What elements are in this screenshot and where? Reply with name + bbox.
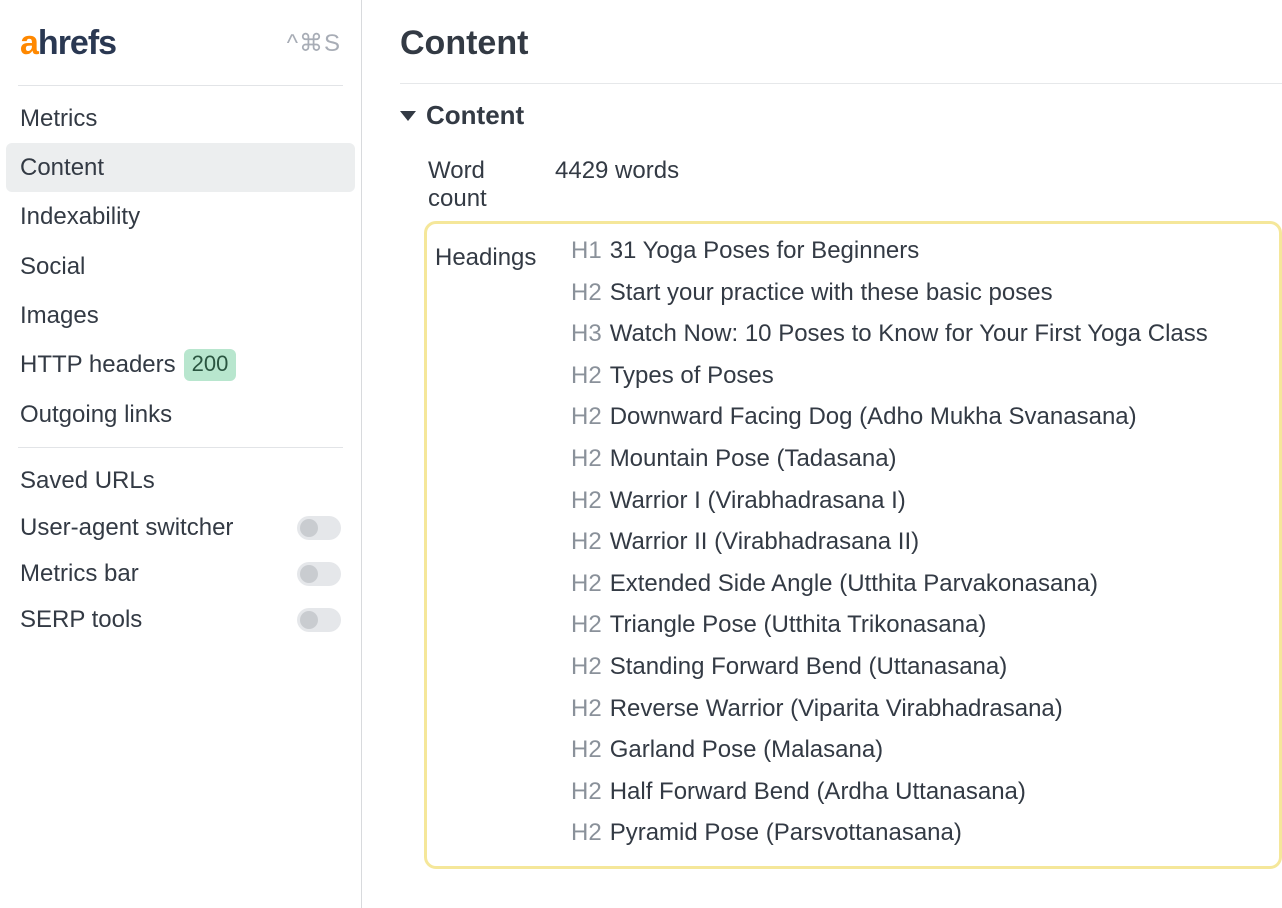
sidebar-item-outgoing-links[interactable]: Outgoing links bbox=[6, 390, 355, 439]
heading-tag: H3 bbox=[571, 317, 602, 351]
toggle-label: Metrics bar bbox=[20, 560, 139, 588]
heading-tag: H2 bbox=[571, 525, 602, 559]
sidebar-item-content[interactable]: Content bbox=[6, 143, 355, 192]
heading-text: Triangle Pose (Utthita Trikonasana) bbox=[610, 608, 987, 642]
word-count-value: 4429 words bbox=[555, 153, 1282, 217]
main-content: Content Content Word count 4429 words He… bbox=[362, 0, 1282, 908]
sidebar-item-indexability[interactable]: Indexability bbox=[6, 192, 355, 241]
heading-tag: H2 bbox=[571, 650, 602, 684]
heading-text: Warrior II (Virabhadrasana II) bbox=[610, 525, 919, 559]
heading-item: H2Garland Pose (Malasana) bbox=[571, 729, 1273, 771]
keyboard-shortcut: ^⌘S bbox=[287, 29, 341, 58]
word-count-label: Word count bbox=[400, 153, 555, 217]
sidebar-item-images[interactable]: Images bbox=[6, 291, 355, 340]
toggle-switch[interactable] bbox=[297, 562, 341, 586]
heading-item: H2Warrior I (Virabhadrasana I) bbox=[571, 480, 1273, 522]
heading-text: Watch Now: 10 Poses to Know for Your Fir… bbox=[610, 317, 1208, 351]
heading-tag: H2 bbox=[571, 733, 602, 767]
heading-tag: H2 bbox=[571, 608, 602, 642]
sidebar-item-label: Indexability bbox=[20, 201, 140, 232]
toggle-label: User-agent switcher bbox=[20, 514, 233, 542]
heading-tag: H2 bbox=[571, 692, 602, 726]
sidebar-item-label: Outgoing links bbox=[20, 399, 172, 430]
heading-item: H131 Yoga Poses for Beginners bbox=[571, 230, 1273, 272]
heading-tag: H2 bbox=[571, 276, 602, 310]
heading-item: H2Reverse Warrior (Viparita Virabhadrasa… bbox=[571, 688, 1273, 730]
divider bbox=[18, 85, 343, 86]
heading-tag: H2 bbox=[571, 484, 602, 518]
sidebar-item-metrics[interactable]: Metrics bbox=[6, 94, 355, 143]
sidebar-item-label: Content bbox=[20, 152, 104, 183]
heading-text: Types of Poses bbox=[610, 359, 774, 393]
brand-logo: ahrefs bbox=[20, 24, 116, 63]
sidebar-item-label: Metrics bbox=[20, 103, 97, 134]
section-title: Content bbox=[426, 100, 524, 131]
heading-tag: H2 bbox=[571, 775, 602, 809]
heading-text: Start your practice with these basic pos… bbox=[610, 276, 1053, 310]
heading-text: Mountain Pose (Tadasana) bbox=[610, 442, 897, 476]
toggle-serp-tools[interactable]: SERP tools bbox=[6, 597, 355, 643]
heading-text: Standing Forward Bend (Uttanasana) bbox=[610, 650, 1008, 684]
heading-text: Half Forward Bend (Ardha Uttanasana) bbox=[610, 775, 1026, 809]
heading-tag: H2 bbox=[571, 816, 602, 850]
heading-tag: H2 bbox=[571, 359, 602, 393]
toggle-switch[interactable] bbox=[297, 516, 341, 540]
toggle-label: SERP tools bbox=[20, 606, 142, 634]
heading-text: Warrior I (Virabhadrasana I) bbox=[610, 484, 906, 518]
heading-item: H2Start your practice with these basic p… bbox=[571, 272, 1273, 314]
toggle-user-agent-switcher[interactable]: User-agent switcher bbox=[6, 505, 355, 551]
sidebar-item-label: Saved URLs bbox=[20, 465, 155, 496]
heading-item: H3Watch Now: 10 Poses to Know for Your F… bbox=[571, 313, 1273, 355]
heading-text: Garland Pose (Malasana) bbox=[610, 733, 883, 767]
heading-item: H2Warrior II (Virabhadrasana II) bbox=[571, 521, 1273, 563]
heading-tag: H1 bbox=[571, 234, 602, 268]
sidebar: ahrefs ^⌘S Metrics Content Indexability … bbox=[0, 0, 362, 908]
heading-text: Pyramid Pose (Parsvottanasana) bbox=[610, 816, 962, 850]
sidebar-item-label: Social bbox=[20, 251, 85, 282]
page-title: Content bbox=[400, 24, 1282, 84]
heading-text: Extended Side Angle (Utthita Parvakonasa… bbox=[610, 567, 1098, 601]
heading-item: H2Types of Poses bbox=[571, 355, 1273, 397]
toggle-switch[interactable] bbox=[297, 608, 341, 632]
sidebar-item-label: HTTP headers bbox=[20, 349, 176, 380]
heading-text: Downward Facing Dog (Adho Mukha Svanasan… bbox=[610, 400, 1137, 434]
heading-item: H2Downward Facing Dog (Adho Mukha Svanas… bbox=[571, 396, 1273, 438]
heading-item: H2Half Forward Bend (Ardha Uttanasana) bbox=[571, 771, 1273, 813]
headings-highlight: Headings H131 Yoga Poses for BeginnersH2… bbox=[424, 221, 1282, 869]
heading-item: H2Mountain Pose (Tadasana) bbox=[571, 438, 1273, 480]
heading-tag: H2 bbox=[571, 400, 602, 434]
heading-tag: H2 bbox=[571, 442, 602, 476]
sidebar-item-social[interactable]: Social bbox=[6, 242, 355, 291]
heading-item: H2Standing Forward Bend (Uttanasana) bbox=[571, 646, 1273, 688]
toggle-metrics-bar[interactable]: Metrics bar bbox=[6, 551, 355, 597]
heading-item: H2Extended Side Angle (Utthita Parvakona… bbox=[571, 563, 1273, 605]
status-badge: 200 bbox=[184, 349, 237, 381]
sidebar-item-label: Images bbox=[20, 300, 99, 331]
headings-label: Headings bbox=[431, 230, 571, 854]
heading-text: 31 Yoga Poses for Beginners bbox=[610, 234, 920, 268]
sidebar-item-http-headers[interactable]: HTTP headers 200 bbox=[6, 340, 355, 390]
caret-down-icon bbox=[400, 111, 416, 121]
heading-tag: H2 bbox=[571, 567, 602, 601]
divider bbox=[18, 447, 343, 448]
heading-item: H2Triangle Pose (Utthita Trikonasana) bbox=[571, 604, 1273, 646]
section-toggle-content[interactable]: Content bbox=[400, 100, 1282, 131]
heading-item: H2Pyramid Pose (Parsvottanasana) bbox=[571, 812, 1273, 854]
heading-text: Reverse Warrior (Viparita Virabhadrasana… bbox=[610, 692, 1063, 726]
sidebar-item-saved-urls[interactable]: Saved URLs bbox=[6, 456, 355, 505]
